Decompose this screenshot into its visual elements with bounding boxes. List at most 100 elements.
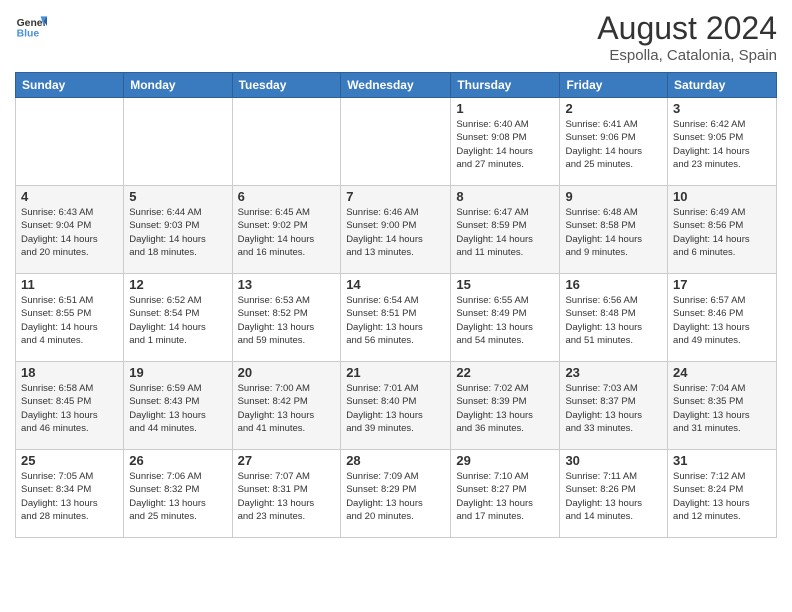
day-info: Sunrise: 6:58 AMSunset: 8:45 PMDaylight:… [21,382,118,435]
day-number: 24 [673,365,771,380]
day-number: 22 [456,365,554,380]
day-info: Sunrise: 7:09 AMSunset: 8:29 PMDaylight:… [346,470,445,523]
calendar-cell: 26 Sunrise: 7:06 AMSunset: 8:32 PMDayligh… [124,450,232,538]
calendar-cell: 7 Sunrise: 6:46 AMSunset: 9:00 PMDaylight… [341,186,451,274]
day-info: Sunrise: 7:06 AMSunset: 8:32 PMDaylight:… [129,470,226,523]
day-number: 28 [346,453,445,468]
day-info: Sunrise: 7:01 AMSunset: 8:40 PMDaylight:… [346,382,445,435]
day-number: 18 [21,365,118,380]
header-day-saturday: Saturday [668,73,777,98]
logo-icon: General Blue [15,10,47,42]
calendar-cell: 21 Sunrise: 7:01 AMSunset: 8:40 PMDayligh… [341,362,451,450]
day-info: Sunrise: 7:04 AMSunset: 8:35 PMDaylight:… [673,382,771,435]
calendar-cell: 1 Sunrise: 6:40 AMSunset: 9:08 PMDaylight… [451,98,560,186]
day-number: 1 [456,101,554,116]
day-number: 14 [346,277,445,292]
day-number: 6 [238,189,336,204]
day-info: Sunrise: 6:57 AMSunset: 8:46 PMDaylight:… [673,294,771,347]
day-number: 31 [673,453,771,468]
day-number: 15 [456,277,554,292]
day-info: Sunrise: 6:40 AMSunset: 9:08 PMDaylight:… [456,118,554,171]
day-number: 16 [565,277,662,292]
day-number: 30 [565,453,662,468]
calendar-cell [16,98,124,186]
calendar-cell: 27 Sunrise: 7:07 AMSunset: 8:31 PMDayligh… [232,450,341,538]
day-number: 8 [456,189,554,204]
calendar-cell: 24 Sunrise: 7:04 AMSunset: 8:35 PMDayligh… [668,362,777,450]
header-day-thursday: Thursday [451,73,560,98]
subtitle: Espolla, Catalonia, Spain [597,47,777,64]
calendar-header: SundayMondayTuesdayWednesdayThursdayFrid… [16,73,777,98]
calendar-cell: 29 Sunrise: 7:10 AMSunset: 8:27 PMDayligh… [451,450,560,538]
day-info: Sunrise: 6:59 AMSunset: 8:43 PMDaylight:… [129,382,226,435]
day-number: 12 [129,277,226,292]
day-number: 17 [673,277,771,292]
day-info: Sunrise: 6:47 AMSunset: 8:59 PMDaylight:… [456,206,554,259]
day-info: Sunrise: 7:05 AMSunset: 8:34 PMDaylight:… [21,470,118,523]
week-row-4: 18 Sunrise: 6:58 AMSunset: 8:45 PMDayligh… [16,362,777,450]
main-title: August 2024 [597,10,777,47]
calendar-cell: 17 Sunrise: 6:57 AMSunset: 8:46 PMDayligh… [668,274,777,362]
header-day-tuesday: Tuesday [232,73,341,98]
calendar-cell: 8 Sunrise: 6:47 AMSunset: 8:59 PMDaylight… [451,186,560,274]
day-info: Sunrise: 6:46 AMSunset: 9:00 PMDaylight:… [346,206,445,259]
day-number: 27 [238,453,336,468]
calendar-cell: 12 Sunrise: 6:52 AMSunset: 8:54 PMDayligh… [124,274,232,362]
day-info: Sunrise: 6:43 AMSunset: 9:04 PMDaylight:… [21,206,118,259]
calendar-cell: 13Sunrise: 6:53 AMSunset: 8:52 PMDayligh… [232,274,341,362]
calendar-cell: 28 Sunrise: 7:09 AMSunset: 8:29 PMDayligh… [341,450,451,538]
day-info: Sunrise: 6:56 AMSunset: 8:48 PMDaylight:… [565,294,662,347]
week-row-5: 25 Sunrise: 7:05 AMSunset: 8:34 PMDayligh… [16,450,777,538]
day-number: 26 [129,453,226,468]
day-info: Sunrise: 7:07 AMSunset: 8:31 PMDaylight:… [238,470,336,523]
calendar-cell [124,98,232,186]
day-number: 29 [456,453,554,468]
day-number: 5 [129,189,226,204]
calendar-cell: 3Sunrise: 6:42 AMSunset: 9:05 PMDaylight… [668,98,777,186]
calendar-cell: 18 Sunrise: 6:58 AMSunset: 8:45 PMDayligh… [16,362,124,450]
day-number: 7 [346,189,445,204]
calendar-cell: 4 Sunrise: 6:43 AMSunset: 9:04 PMDaylight… [16,186,124,274]
logo: General Blue [15,10,47,42]
header-day-monday: Monday [124,73,232,98]
day-info: Sunrise: 6:49 AMSunset: 8:56 PMDaylight:… [673,206,771,259]
day-number: 25 [21,453,118,468]
day-info: Sunrise: 7:03 AMSunset: 8:37 PMDaylight:… [565,382,662,435]
week-row-3: 11 Sunrise: 6:51 AMSunset: 8:55 PMDayligh… [16,274,777,362]
week-row-1: 1 Sunrise: 6:40 AMSunset: 9:08 PMDaylight… [16,98,777,186]
day-number: 4 [21,189,118,204]
title-block: August 2024 Espolla, Catalonia, Spain [597,10,777,64]
day-number: 3 [673,101,771,116]
calendar-cell: 9Sunrise: 6:48 AMSunset: 8:58 PMDaylight… [560,186,668,274]
calendar-cell: 11 Sunrise: 6:51 AMSunset: 8:55 PMDayligh… [16,274,124,362]
day-info: Sunrise: 6:53 AMSunset: 8:52 PMDaylight:… [238,294,336,347]
calendar-cell: 16 Sunrise: 6:56 AMSunset: 8:48 PMDayligh… [560,274,668,362]
header: General Blue August 2024 Espolla, Catalo… [15,10,777,64]
calendar-cell: 22 Sunrise: 7:02 AMSunset: 8:39 PMDayligh… [451,362,560,450]
day-number: 23 [565,365,662,380]
calendar-cell: 10Sunrise: 6:49 AMSunset: 8:56 PMDayligh… [668,186,777,274]
calendar-cell: 25 Sunrise: 7:05 AMSunset: 8:34 PMDayligh… [16,450,124,538]
day-info: Sunrise: 6:45 AMSunset: 9:02 PMDaylight:… [238,206,336,259]
day-info: Sunrise: 7:02 AMSunset: 8:39 PMDaylight:… [456,382,554,435]
calendar-cell [341,98,451,186]
day-number: 11 [21,277,118,292]
svg-text:Blue: Blue [17,28,40,39]
calendar-cell: 2Sunrise: 6:41 AMSunset: 9:06 PMDaylight… [560,98,668,186]
calendar-cell: 5Sunrise: 6:44 AMSunset: 9:03 PMDaylight… [124,186,232,274]
day-info: Sunrise: 6:52 AMSunset: 8:54 PMDaylight:… [129,294,226,347]
day-number: 21 [346,365,445,380]
day-info: Sunrise: 7:11 AMSunset: 8:26 PMDaylight:… [565,470,662,523]
header-day-friday: Friday [560,73,668,98]
calendar-body: 1 Sunrise: 6:40 AMSunset: 9:08 PMDaylight… [16,98,777,538]
day-info: Sunrise: 6:54 AMSunset: 8:51 PMDaylight:… [346,294,445,347]
calendar-cell: 19 Sunrise: 6:59 AMSunset: 8:43 PMDayligh… [124,362,232,450]
day-info: Sunrise: 6:51 AMSunset: 8:55 PMDaylight:… [21,294,118,347]
calendar-cell: 20Sunrise: 7:00 AMSunset: 8:42 PMDayligh… [232,362,341,450]
day-info: Sunrise: 7:00 AMSunset: 8:42 PMDaylight:… [238,382,336,435]
day-info: Sunrise: 7:10 AMSunset: 8:27 PMDaylight:… [456,470,554,523]
page: General Blue August 2024 Espolla, Catalo… [0,0,792,612]
day-info: Sunrise: 6:48 AMSunset: 8:58 PMDaylight:… [565,206,662,259]
day-number: 19 [129,365,226,380]
calendar-cell: 15Sunrise: 6:55 AMSunset: 8:49 PMDayligh… [451,274,560,362]
